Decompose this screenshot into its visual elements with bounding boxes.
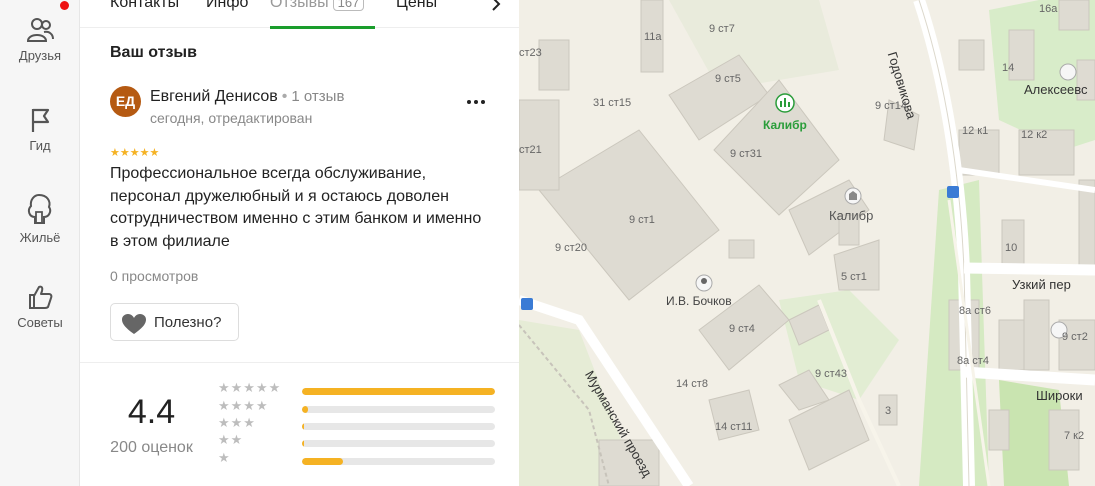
distribution-bar-3 (302, 423, 495, 430)
distribution-fill-3 (302, 423, 304, 430)
building-label: 8а ст6 (959, 305, 991, 317)
rail-item-housing[interactable]: Жильё (0, 192, 80, 245)
distribution-stars-4: ★★★★ (218, 399, 269, 414)
distribution-stars-3: ★★★ (218, 416, 256, 431)
more-options-icon[interactable] (464, 92, 488, 112)
rail-item-guide[interactable]: Гид (0, 106, 80, 153)
divider (80, 362, 519, 363)
map[interactable]: Калибр Калибр И.В. Бочков Годовикова Узк… (519, 0, 1095, 486)
building-label: 14 ст11 (715, 421, 753, 433)
author-name[interactable]: Евгений Денисов (150, 88, 278, 105)
tab-info[interactable]: Инфо (206, 0, 248, 12)
flag-icon (31, 108, 50, 132)
building-label: 16а (1039, 3, 1058, 15)
useful-button[interactable]: Полезно? (110, 303, 239, 341)
distribution-bar-4 (302, 406, 495, 413)
building-label: 9 ст31 (730, 148, 762, 160)
tab-contacts[interactable]: Контакты (110, 0, 179, 12)
app: Друзья Гид Жильё Советы Контакты Инфо От… (0, 0, 1095, 486)
review-heading: Ваш отзыв (110, 44, 197, 61)
street-label: Широки (1036, 388, 1083, 403)
rail-item-friends[interactable]: Друзья (0, 16, 80, 63)
distribution-stars-5: ★★★★★ (218, 381, 282, 396)
side-rail: Друзья Гид Жильё Советы (0, 0, 80, 486)
review-text: Профессиональное всегда обслуживание, пе… (110, 165, 482, 250)
avatar[interactable]: ЕД (110, 86, 141, 117)
building-label: 5 ст1 (841, 271, 867, 283)
building-label: 9 ст1 (629, 214, 655, 226)
building-label: 3 (885, 405, 892, 417)
distribution-stars-1: ★ (218, 451, 231, 466)
distribution-fill-1 (302, 458, 343, 465)
street-label: Алексеевс (1024, 82, 1088, 97)
review-date: сегодня, отредактирован (150, 110, 313, 126)
rail-label-housing: Жильё (19, 230, 61, 245)
street-label: Узкий пер (1012, 277, 1071, 292)
useful-label: Полезно? (154, 314, 222, 331)
tab-prices[interactable]: Цены (396, 0, 437, 12)
building-label: 9 ст2 (1062, 331, 1088, 343)
distribution-fill-2 (302, 440, 304, 447)
distribution-bar-2 (302, 440, 495, 447)
poi-label[interactable]: И.В. Бочков (666, 294, 732, 308)
building-label: 10 (1005, 242, 1018, 254)
distribution-bar-5 (302, 388, 495, 395)
building-label: 8а ст4 (957, 355, 989, 367)
author-separator: • (281, 88, 288, 105)
building-label: ст21 (519, 144, 542, 156)
distribution-fill-5 (302, 388, 495, 395)
chevron-right-icon[interactable] (490, 0, 502, 12)
active-tab-underline (270, 26, 375, 29)
author-review-count: 1 отзыв (291, 88, 345, 105)
author-line: Евгений Денисов • 1 отзыв (150, 88, 344, 106)
rating-count: 200 оценок (110, 439, 193, 456)
heart-icon (122, 314, 146, 334)
building-label: 12 к2 (1021, 129, 1048, 141)
poi-label[interactable]: Калибр (763, 118, 807, 132)
building-label: 9 ст4 (729, 323, 755, 335)
thumbs-up-icon (29, 285, 53, 309)
building-label: 12 к1 (962, 125, 989, 137)
rail-label-guide: Гид (29, 138, 51, 153)
tab-reviews-label: Отзывы (270, 0, 329, 11)
notification-dot (60, 1, 69, 10)
rail-item-tips[interactable]: Советы (0, 283, 80, 330)
building-label: 9 ст43 (815, 368, 847, 380)
tab-reviews-badge: 167 (332, 0, 365, 11)
tab-reviews[interactable]: Отзывы 167 (270, 0, 365, 12)
building-label: 14 ст8 (676, 378, 708, 390)
house-tree-icon (27, 193, 52, 224)
building-label: 7 к2 (1064, 430, 1085, 442)
poi-label[interactable]: Калибр (829, 208, 873, 223)
review-panel: Контакты Инфо Отзывы 167 Цены Ваш отзыв Е… (80, 0, 519, 486)
tab-bar: Контакты Инфо Отзывы 167 Цены (80, 0, 519, 29)
review-stars: ★★★★★ (110, 143, 159, 161)
views-count: 0 просмотров (110, 268, 199, 284)
building-label: 14 (1002, 62, 1015, 74)
distribution-stars-2: ★★ (218, 433, 244, 448)
building-label: ст23 (519, 47, 542, 59)
distribution-fill-4 (302, 406, 308, 413)
building-label: 9 ст14 (875, 100, 907, 112)
rating-value: 4.4 (127, 393, 176, 431)
building-label: 11а (644, 31, 662, 43)
building-label: 9 ст5 (715, 73, 741, 85)
distribution-bar-1 (302, 458, 495, 465)
friends-icon (26, 18, 54, 42)
building-label: 9 ст20 (555, 242, 587, 254)
building-label: 9 ст7 (709, 23, 735, 35)
rail-label-tips: Советы (17, 315, 63, 330)
review-stars-glyphs: ★★★★★ (110, 146, 160, 159)
building-label: 31 ст15 (593, 97, 632, 109)
rail-label-friends: Друзья (18, 48, 62, 63)
